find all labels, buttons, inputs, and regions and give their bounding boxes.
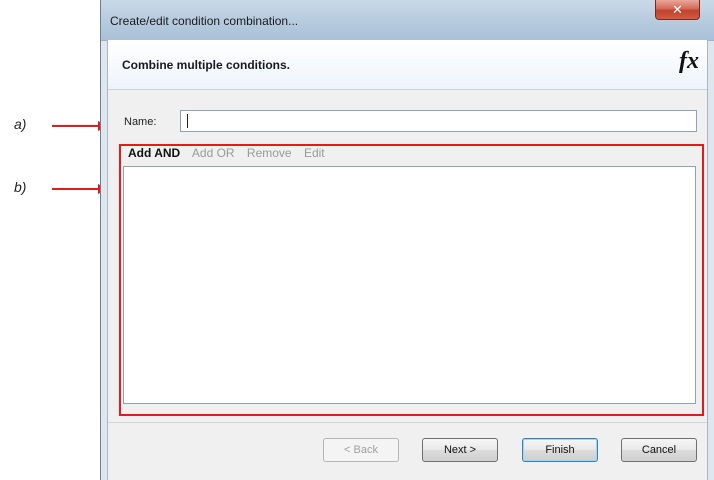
wizard-header: Combine multiple conditions. fx (108, 40, 707, 90)
name-input[interactable] (180, 110, 697, 132)
dialog-client-area: Combine multiple conditions. fx Name: Ad… (107, 40, 708, 480)
annotation-a-label: a) (14, 116, 27, 132)
back-button[interactable]: < Back (323, 438, 399, 462)
page-heading: Combine multiple conditions. (122, 58, 290, 72)
text-cursor (187, 114, 188, 128)
window-title: Create/edit condition combination... (110, 14, 299, 28)
name-label: Name: (124, 116, 157, 128)
footer-separator (108, 422, 707, 423)
close-button[interactable]: ✕ (655, 0, 700, 20)
dialog-window: Create/edit condition combination... ✕ C… (100, 0, 714, 480)
add-or-button[interactable]: Add OR (192, 146, 235, 160)
close-icon: ✕ (672, 2, 683, 17)
fx-icon: fx (679, 48, 699, 74)
conditions-toolbar: Add AND Add OR Remove Edit (128, 146, 334, 160)
cancel-button[interactable]: Cancel (621, 438, 697, 462)
next-button[interactable]: Next > (422, 438, 498, 462)
edit-button[interactable]: Edit (304, 146, 325, 160)
finish-button[interactable]: Finish (522, 438, 598, 462)
remove-button[interactable]: Remove (247, 146, 292, 160)
add-and-button[interactable]: Add AND (128, 146, 180, 160)
title-bar[interactable]: Create/edit condition combination... ✕ (101, 0, 714, 41)
annotation-b-label: b) (14, 179, 27, 195)
conditions-tree[interactable] (123, 166, 696, 404)
